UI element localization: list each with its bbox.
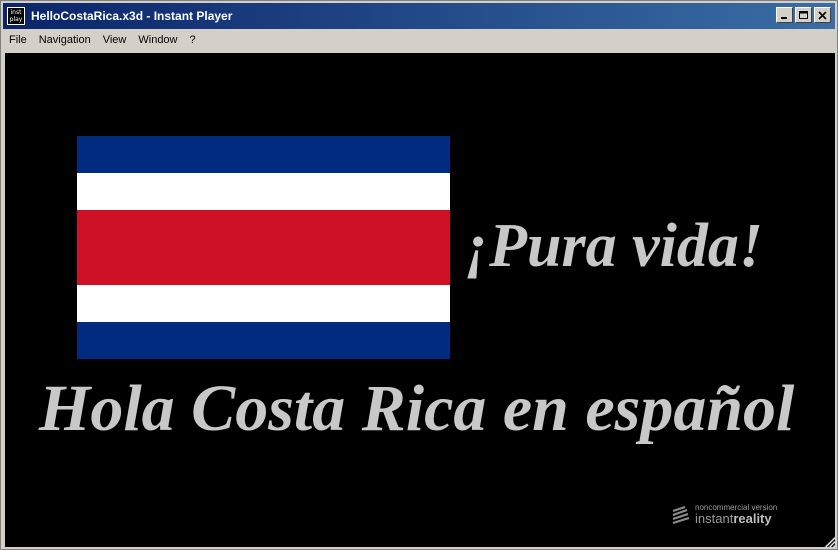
app-window: inst play HelloCostaRica.x3d - Instant P… (0, 0, 838, 550)
close-button[interactable] (814, 7, 831, 23)
flag-stripe (77, 210, 450, 285)
flag-stripe (77, 284, 450, 322)
minimize-icon (781, 16, 787, 19)
instantreality-watermark: noncommercial version instantreality (671, 503, 777, 526)
menu-view[interactable]: View (97, 34, 133, 46)
menu-bar: File Navigation View Window ? (3, 30, 835, 50)
slogan-text: ¡Pura vida! (465, 212, 763, 280)
app-icon-label-top: inst (10, 9, 22, 16)
flag-stripe (77, 136, 450, 174)
watermark-brand-light: instant (695, 511, 734, 526)
resize-grip-icon[interactable] (822, 534, 836, 548)
maximize-icon (799, 10, 808, 19)
app-icon-label-bottom: play (9, 16, 23, 23)
title-bar[interactable]: inst play HelloCostaRica.x3d - Instant P… (3, 3, 835, 29)
menu-help[interactable]: ? (184, 34, 202, 46)
app-icon[interactable]: inst play (7, 7, 25, 25)
menu-window[interactable]: Window (132, 34, 183, 46)
flag-stripe (77, 173, 450, 211)
instantreality-logo-icon (672, 505, 690, 524)
maximize-button[interactable] (795, 7, 812, 23)
window-title: HelloCostaRica.x3d - Instant Player (31, 9, 233, 23)
close-icon (818, 10, 827, 20)
menu-navigation[interactable]: Navigation (33, 34, 97, 46)
flag-stripe (77, 321, 450, 359)
watermark-brand-bold: reality (733, 511, 772, 526)
headline-text: Hola Costa Rica en español (39, 372, 795, 445)
costa-rica-flag (77, 136, 450, 359)
minimize-button[interactable] (776, 7, 793, 23)
3d-viewport[interactable]: ¡Pura vida! Hola Costa Rica en español n… (5, 53, 835, 547)
menu-file[interactable]: File (3, 34, 33, 46)
watermark-brand: instantreality (695, 512, 777, 526)
